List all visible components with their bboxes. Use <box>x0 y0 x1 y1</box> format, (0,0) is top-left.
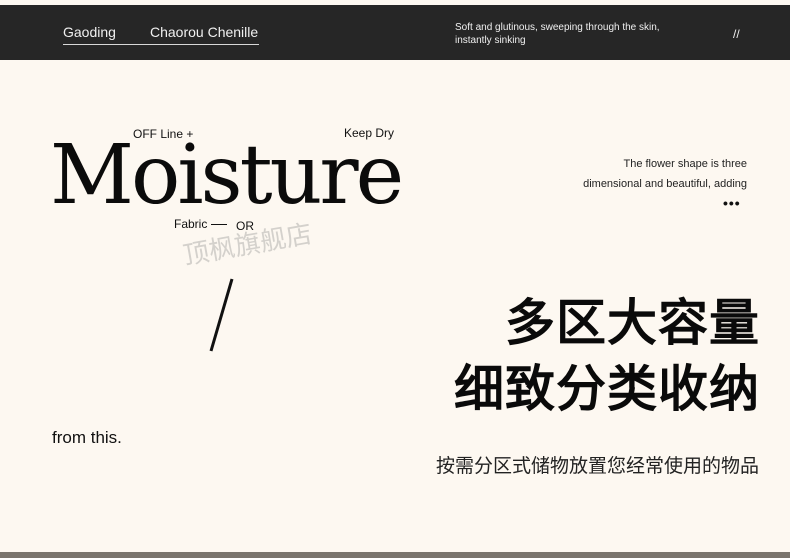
headline-line-2: 细致分类收纳 <box>454 361 760 417</box>
slash-stroke <box>209 278 234 352</box>
subtitle: 按需分区式储物放置您经常使用的物品 <box>435 456 759 477</box>
headline-line-1: 多区大容量 <box>505 295 760 351</box>
from-this-text: from this. <box>52 428 122 447</box>
bottom-image-strip <box>0 552 790 558</box>
